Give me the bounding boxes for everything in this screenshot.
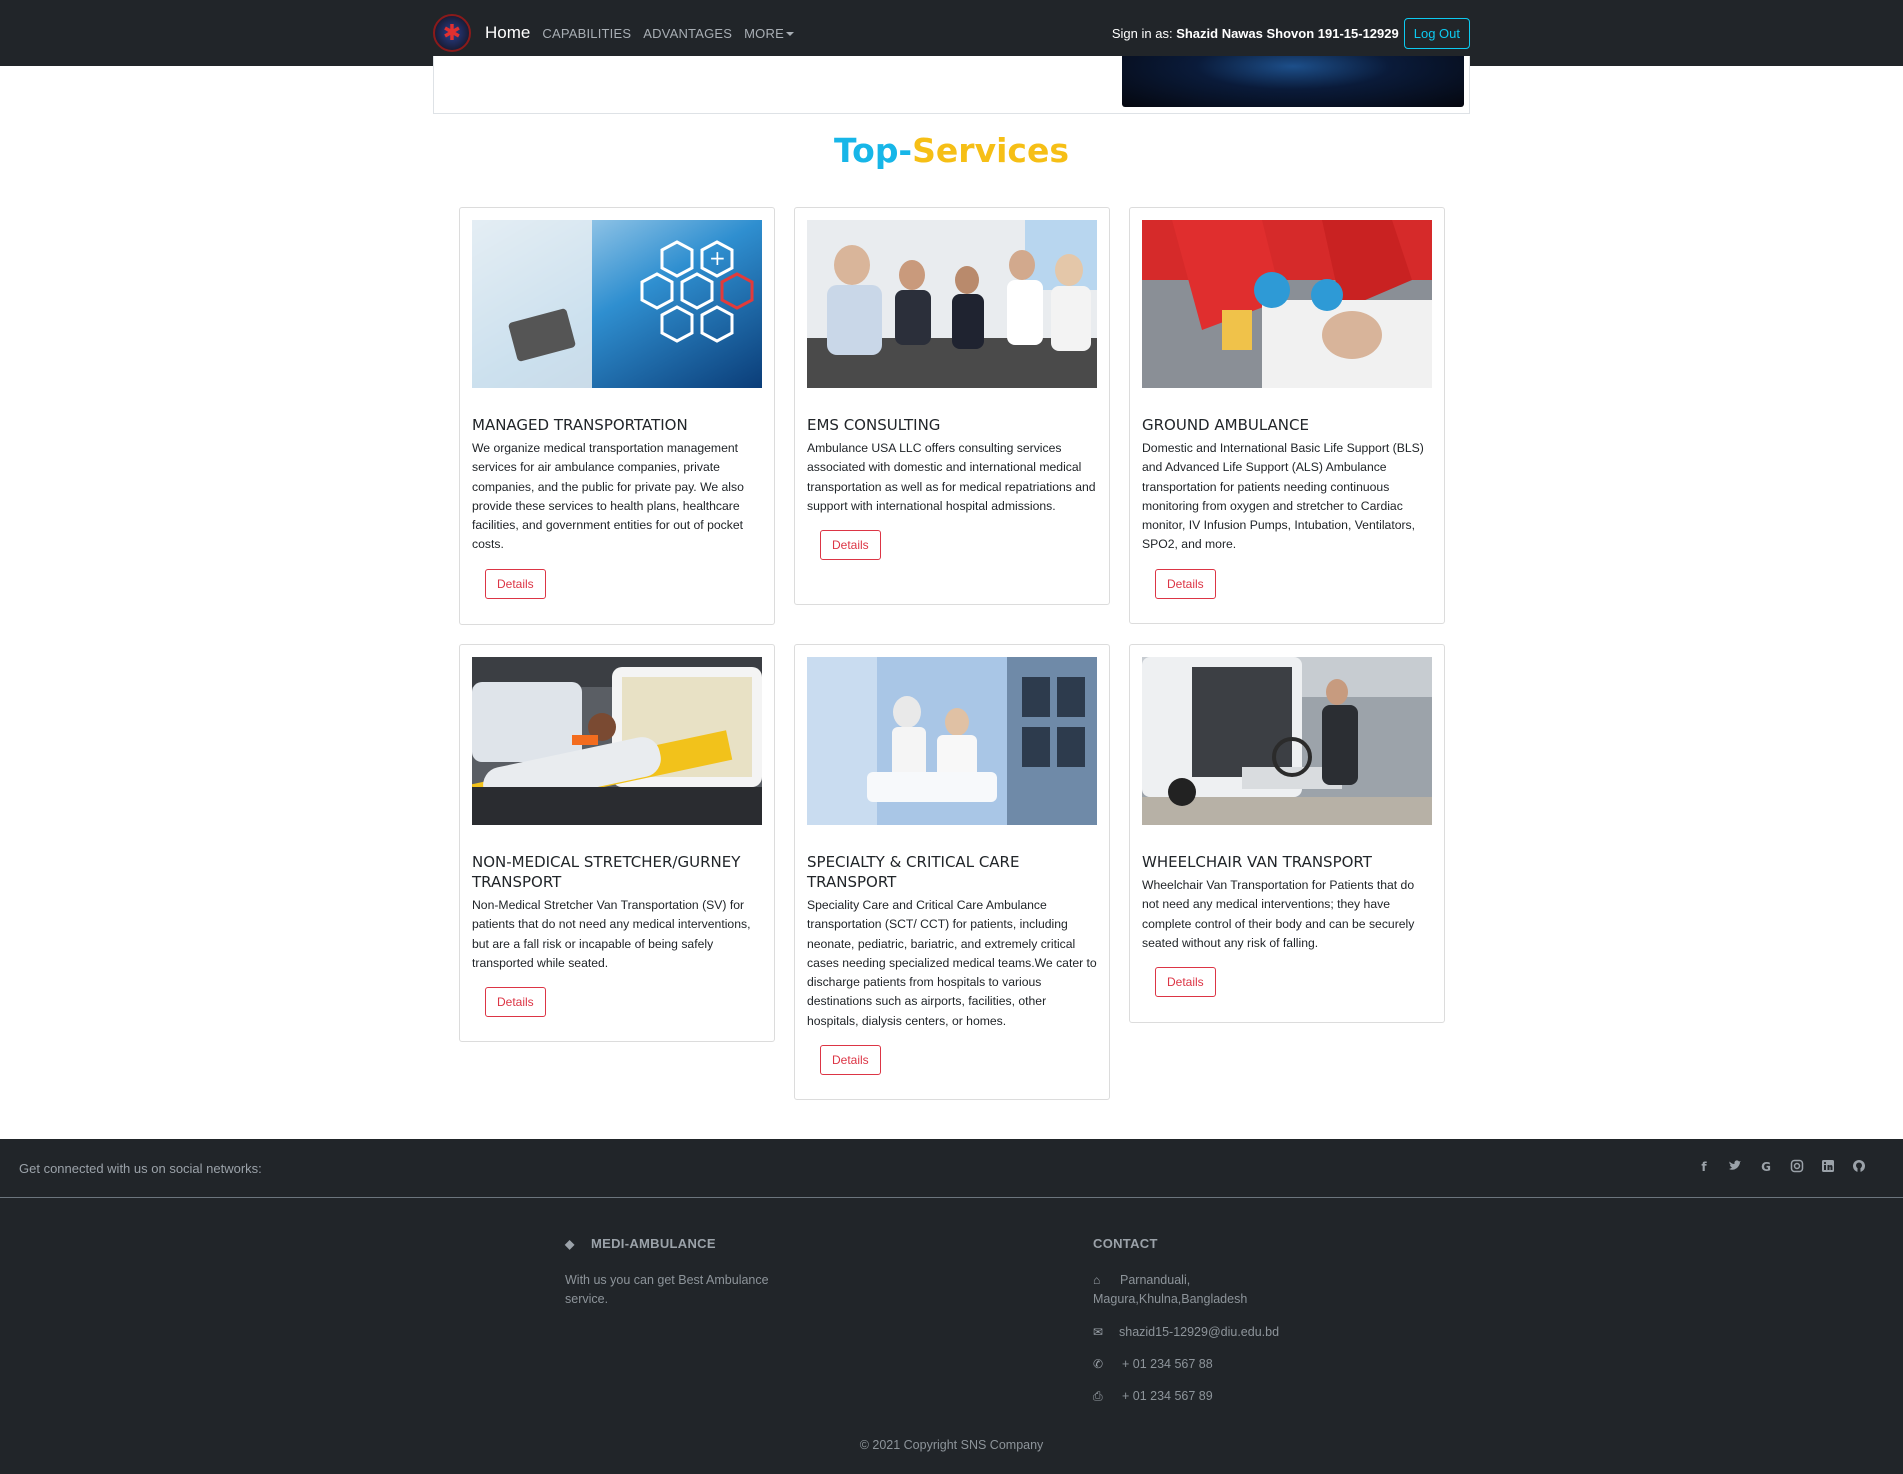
footer-email: ✉ shazid15-12929@diu.edu.bd — [1093, 1323, 1279, 1342]
footer-brand-title-text: MEDI-AMBULANCE — [591, 1236, 716, 1251]
footer-fax-text: + 01 234 567 89 — [1122, 1389, 1213, 1403]
linkedin-icon[interactable] — [1820, 1159, 1836, 1175]
hero-image — [1122, 56, 1464, 107]
details-button[interactable]: Details — [485, 568, 546, 599]
logout-button[interactable]: Log Out — [1403, 17, 1470, 49]
instagram-icon[interactable] — [1789, 1159, 1805, 1175]
footer-brand-text: With us you can get Best Ambulance servi… — [565, 1273, 769, 1306]
social-icons: f G — [1696, 1159, 1867, 1175]
service-card-managed-transportation: + MANAGED TRANSPORTATION We organize med… — [459, 207, 775, 625]
service-card-non-medical-stretcher: NON-MEDICAL STRETCHER/GURNEY TRANSPORT N… — [459, 644, 775, 1042]
print-icon: ⎙ — [1093, 1389, 1103, 1403]
twitter-icon[interactable] — [1727, 1159, 1743, 1175]
footer-social-bar: Get connected with us on social networks… — [0, 1139, 1903, 1198]
card-title: MANAGED TRANSPORTATION — [472, 416, 688, 434]
service-image — [807, 657, 1097, 825]
service-image: + — [472, 220, 762, 388]
nav-advantages-link[interactable]: ADVANTAGES — [643, 26, 732, 41]
social-text: Get connected with us on social networks… — [19, 1161, 262, 1176]
footer-main: ◆ MEDI-AMBULANCE With us you can get Best… — [0, 1198, 1903, 1474]
logo[interactable]: ✱ — [433, 14, 471, 52]
details-button[interactable]: Details — [820, 530, 881, 561]
footer-phone: ✆ + 01 234 567 88 — [1093, 1355, 1213, 1374]
home-icon: ⌂ — [1093, 1273, 1101, 1287]
service-image — [807, 220, 1097, 388]
facebook-icon[interactable]: f — [1696, 1159, 1712, 1175]
card-title: GROUND AMBULANCE — [1142, 416, 1309, 434]
details-button[interactable]: Details — [1155, 568, 1216, 599]
card-text: Ambulance USA LLC offers consulting serv… — [807, 441, 1096, 513]
footer-contact-title: CONTACT — [1093, 1236, 1158, 1251]
service-card-ems-consulting: EMS CONSULTING Ambulance USA LLC offers … — [794, 207, 1110, 605]
service-image — [472, 657, 762, 825]
nav-more-label: MORE — [744, 25, 784, 41]
service-card-wheelchair-van: WHEELCHAIR VAN TRANSPORT Wheelchair Van … — [1129, 644, 1445, 1023]
caret-down-icon — [785, 32, 794, 37]
svg-text:+: + — [709, 246, 726, 270]
card-text: Domestic and International Basic Life Su… — [1142, 441, 1424, 552]
details-button[interactable]: Details — [485, 987, 546, 1018]
card-text: Speciality Care and Critical Care Ambula… — [807, 898, 1097, 1028]
card-title: SPECIALTY & CRITICAL CARE TRANSPORT — [807, 853, 1020, 891]
details-button[interactable]: Details — [1155, 967, 1216, 998]
card-text: Wheelchair Van Transportation for Patien… — [1142, 878, 1415, 950]
service-card-ground-ambulance: GROUND AMBULANCE Domestic and Internatio… — [1129, 207, 1445, 624]
google-icon[interactable]: G — [1758, 1159, 1774, 1175]
footer-fax: ⎙ + 01 234 567 89 — [1093, 1387, 1213, 1406]
signin-prefix: Sign in as: — [1111, 25, 1177, 41]
nav-capabilities-link[interactable]: CAPABILITIES — [542, 26, 631, 41]
footer-email-text[interactable]: shazid15-12929@diu.edu.bd — [1119, 1325, 1279, 1339]
hero-card — [433, 56, 1470, 114]
nav-right: Sign in as: Shazid Nawas Shovon 191-15-1… — [1112, 17, 1470, 49]
signin-user: Shazid Nawas Shovon 191-15-12929 — [1176, 25, 1399, 41]
service-image — [1142, 220, 1432, 388]
footer-phone-text: + 01 234 567 88 — [1122, 1357, 1213, 1371]
phone-icon: ✆ — [1093, 1357, 1104, 1371]
section-title-part1: Top- — [834, 131, 913, 170]
card-text: We organize medical transportation manag… — [472, 441, 744, 552]
nav-more-dropdown[interactable]: MORE — [744, 26, 794, 41]
card-title: WHEELCHAIR VAN TRANSPORT — [1142, 853, 1372, 871]
footer-address-text: Parnanduali, Magura,Khulna,Bangladesh — [1093, 1273, 1248, 1306]
footer-address: ⌂ Parnanduali, Magura,Khulna,Bangladesh — [1093, 1271, 1293, 1309]
copyright: © 2021 Copyright SNS Company — [859, 1438, 1044, 1452]
service-card-specialty-critical-care: SPECIALTY & CRITICAL CARE TRANSPORT Spec… — [794, 644, 1110, 1100]
card-title: NON-MEDICAL STRETCHER/GURNEY TRANSPORT — [472, 853, 741, 891]
github-icon[interactable] — [1851, 1159, 1867, 1175]
section-title-part2: Services — [912, 131, 1069, 170]
nav-home-link[interactable]: Home — [485, 23, 530, 43]
card-title: EMS CONSULTING — [807, 416, 941, 434]
service-image — [1142, 657, 1432, 825]
section-title: Top-Services — [0, 131, 1903, 170]
signin-status: Sign in as: Shazid Nawas Shovon 191-15-1… — [1112, 26, 1399, 41]
gem-icon: ◆ — [565, 1237, 575, 1251]
footer-brand-title: ◆ MEDI-AMBULANCE — [565, 1236, 716, 1251]
envelope-icon: ✉ — [1093, 1325, 1104, 1339]
details-button[interactable]: Details — [820, 1045, 881, 1076]
card-text: Non-Medical Stretcher Van Transportation… — [472, 898, 751, 970]
